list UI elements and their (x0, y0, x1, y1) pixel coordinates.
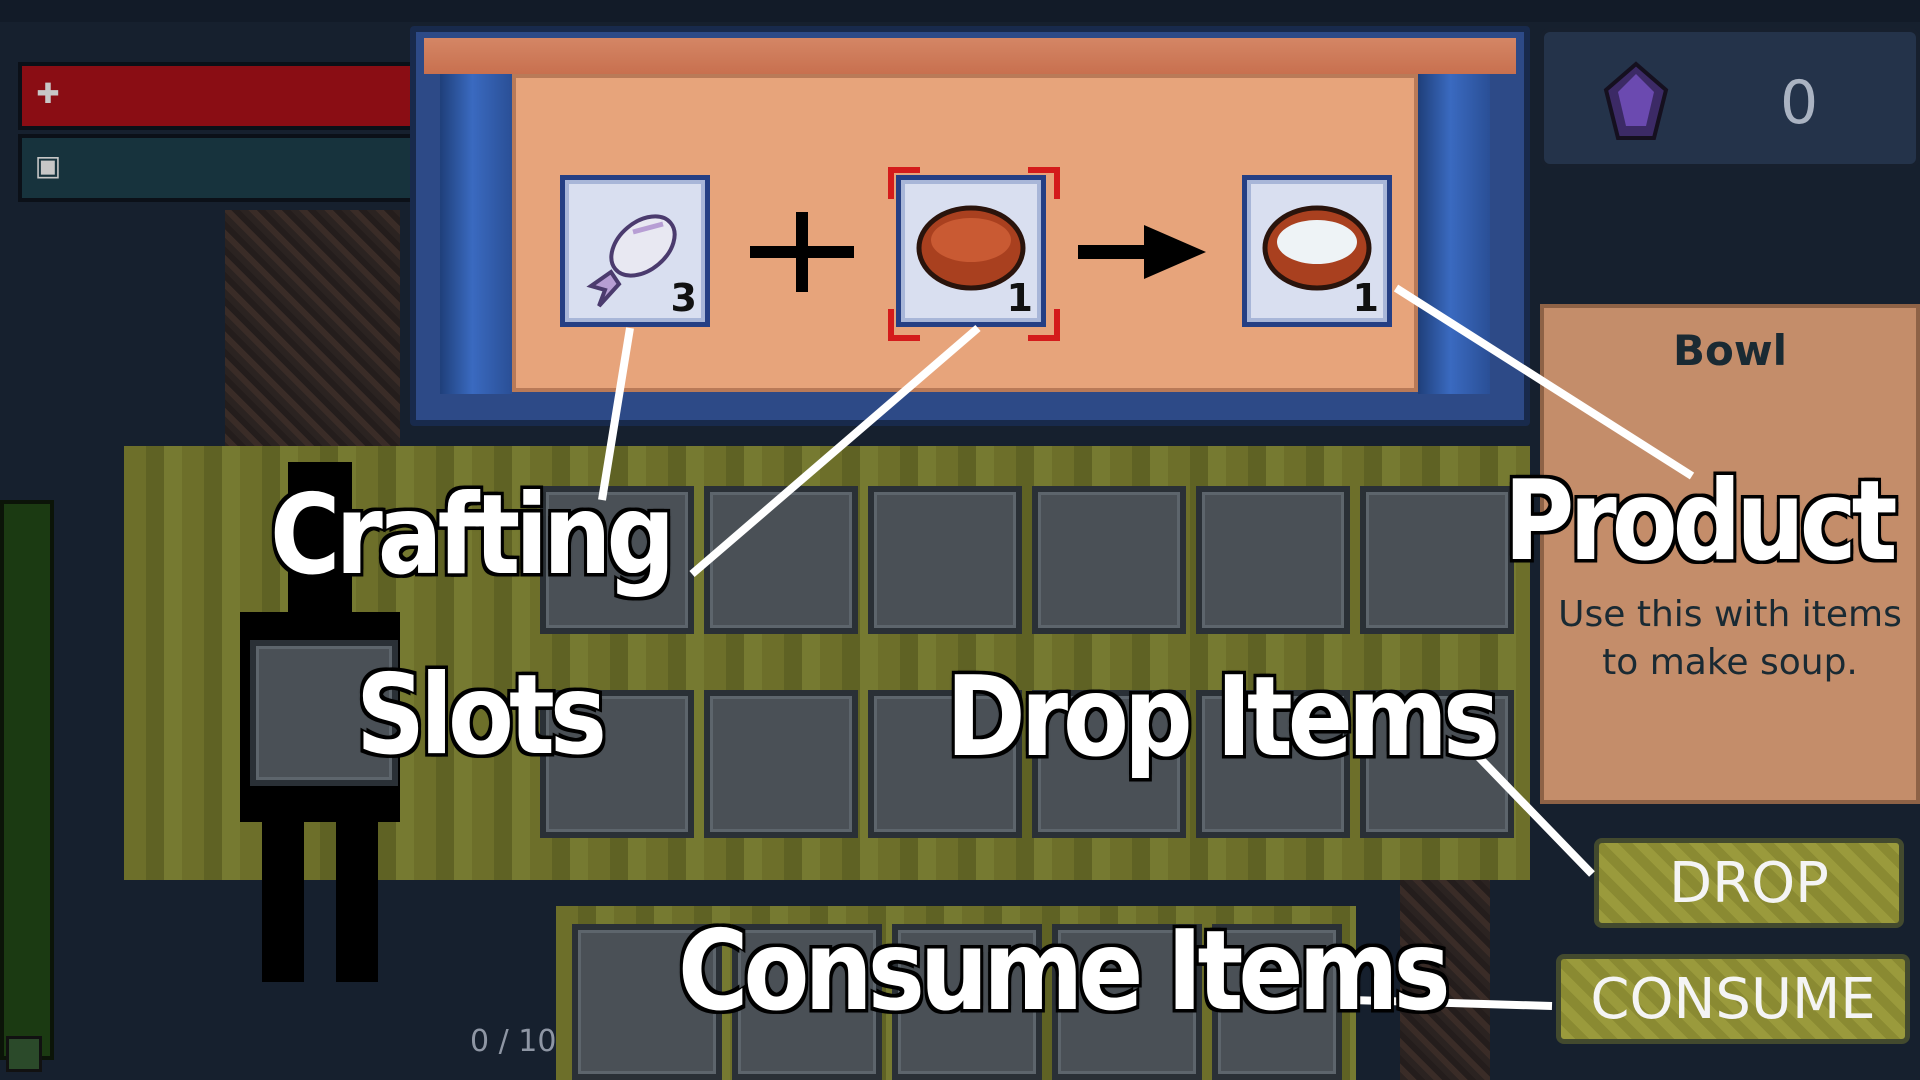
annotation-slots: Slots (356, 650, 607, 780)
annotation-consume-items: Consume Items (678, 906, 1451, 1036)
annotation-product: Product (1504, 456, 1898, 586)
annotation-drop-items: Drop Items (946, 652, 1500, 782)
annotation-crafting: Crafting (270, 470, 675, 600)
